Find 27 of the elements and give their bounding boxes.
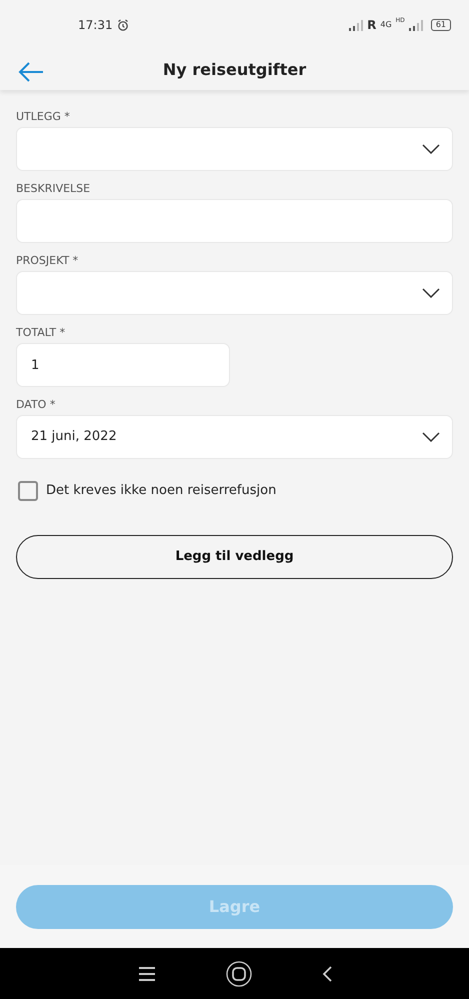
field-label: PROSJEKT * <box>16 254 80 268</box>
field-label: UTLEGG * <box>16 110 71 124</box>
back-icon[interactable] <box>322 966 332 982</box>
checkbox-label: Det kreves ikke noen reiserrefusjon <box>46 482 276 500</box>
attach-button[interactable]: Legg til vedlegg <box>16 535 453 579</box>
dropdown-field[interactable] <box>16 127 453 171</box>
signal-icon <box>408 20 423 30</box>
input-field[interactable]: 1 <box>16 343 230 387</box>
field-label: BESKRIVELSE <box>16 182 92 196</box>
signal-icon <box>349 20 364 30</box>
dropdown-field[interactable]: 21 juni, 2022 <box>16 415 453 459</box>
chevron-down-icon <box>422 288 440 298</box>
dropdown-field[interactable] <box>16 271 453 315</box>
clock-time: 17:31 <box>78 17 113 34</box>
menu-icon[interactable] <box>138 966 156 980</box>
alarm-icon <box>116 19 129 31</box>
field-label: TOTALT * <box>16 326 66 340</box>
home-icon[interactable] <box>226 960 252 986</box>
chevron-down-icon <box>422 432 440 442</box>
carrier-label: R <box>367 17 376 34</box>
network-label: 4G <box>380 19 392 31</box>
checkbox[interactable] <box>18 481 38 501</box>
screen-title: Ny reiseutgifter <box>162 59 308 81</box>
battery-indicator: 61 <box>430 19 451 31</box>
chevron-down-icon <box>422 144 440 154</box>
field-label: DATO * <box>16 398 56 412</box>
back-arrow-icon <box>18 62 44 82</box>
